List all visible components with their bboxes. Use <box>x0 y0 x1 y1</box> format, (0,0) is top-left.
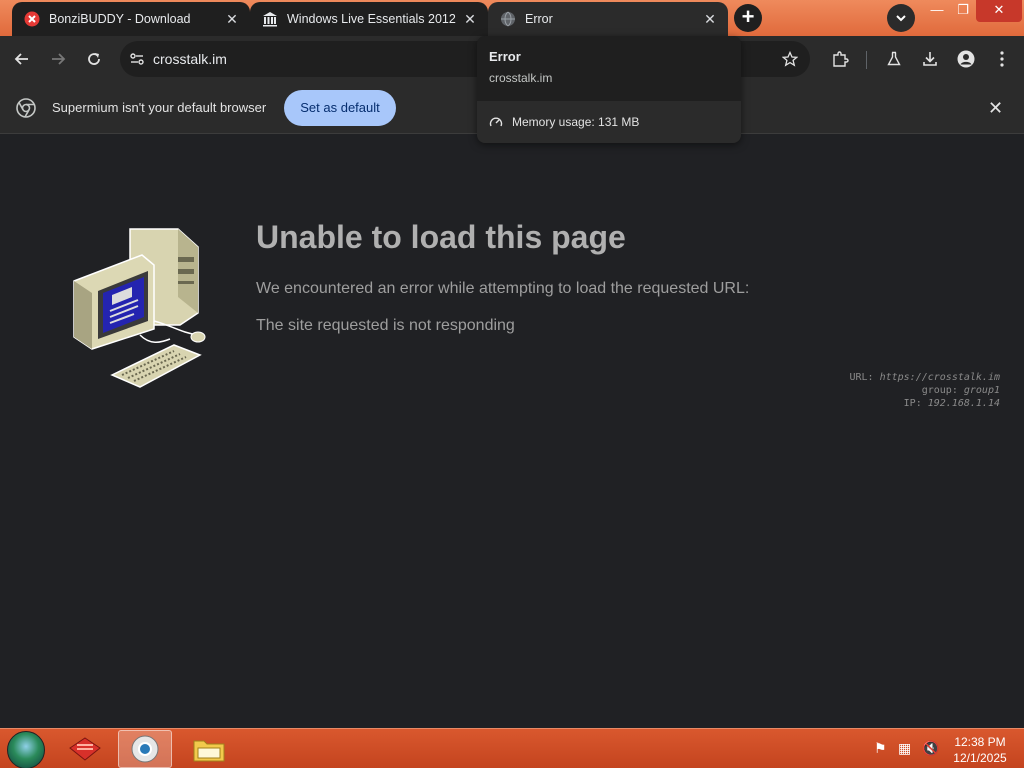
memory-usage-text: Memory usage: 131 MB <box>512 115 640 129</box>
set-as-default-button[interactable]: Set as default <box>284 90 396 126</box>
extensions-button[interactable] <box>826 45 854 73</box>
puzzle-icon <box>833 51 849 67</box>
retro-computer-illustration <box>70 225 212 398</box>
close-infobar-icon[interactable]: ✕ <box>988 98 1003 119</box>
close-tab-icon[interactable]: ✕ <box>702 11 718 27</box>
network-icon[interactable]: ▦ <box>898 740 911 757</box>
diag-group-value: group1 <box>963 385 1000 396</box>
clock-time: 12:38 PM <box>954 735 1006 749</box>
profile-button[interactable] <box>952 45 980 73</box>
labs-button[interactable] <box>880 45 908 73</box>
close-tab-icon[interactable]: ✕ <box>462 11 478 27</box>
toolbar-divider <box>866 51 867 69</box>
taskbar-file-explorer-icon[interactable] <box>182 730 236 768</box>
diag-ip-value: 192.168.1.14 <box>927 398 1000 409</box>
tab-title: Windows Live Essentials 2012 (o <box>287 12 456 26</box>
diag-url-label: URL: <box>849 372 874 383</box>
tab-title: BonziBUDDY - Download <box>49 12 191 26</box>
tab-hover-card: Error crosstalk.im Memory usage: 131 MB <box>477 36 741 143</box>
forward-button[interactable] <box>44 45 72 73</box>
bookmark-star-button[interactable] <box>776 45 804 73</box>
new-tab-button[interactable]: + <box>734 4 762 32</box>
diag-url-value: https://crosstalk.im <box>879 372 1000 383</box>
action-center-flag-icon[interactable]: ⚑ <box>874 740 887 757</box>
diag-ip-label: IP: <box>903 398 922 409</box>
archive-building-icon <box>262 11 278 27</box>
globe-icon <box>500 11 516 27</box>
gauge-icon <box>489 117 503 127</box>
back-button[interactable] <box>8 45 36 73</box>
start-button[interactable] <box>7 731 45 768</box>
downloads-button[interactable] <box>916 45 944 73</box>
taskbar-browser-icon[interactable] <box>118 730 172 768</box>
diag-group-label: group: <box>921 385 958 396</box>
taskbar-app-red-icon[interactable] <box>58 730 112 768</box>
infobar-message: Supermium isn't your default browser <box>52 100 267 115</box>
window-controls: — ❐ ✕ <box>924 0 1022 22</box>
arrow-left-icon <box>14 53 28 65</box>
taskbar: ⚑ ▦ 🔇 12:38 PM 12/1/2025 <box>0 728 1024 768</box>
hovercard-title: Error <box>489 49 521 64</box>
tab-strip: BonziBUDDY - Download ✕ Windows Live Ess… <box>0 0 1024 36</box>
kebab-menu-icon <box>1000 51 1004 67</box>
star-icon <box>782 51 798 67</box>
menu-button[interactable] <box>988 45 1016 73</box>
reload-icon <box>88 53 100 65</box>
arrow-right-icon <box>52 53 66 65</box>
tab-search-button[interactable] <box>887 4 915 32</box>
minimize-button[interactable]: — <box>924 0 950 22</box>
page-title: Unable to load this page <box>256 219 626 255</box>
tab-title: Error <box>525 12 553 26</box>
site-info-icon[interactable] <box>129 51 145 72</box>
tab-bonzibuddy[interactable]: BonziBUDDY - Download ✕ <box>12 2 250 36</box>
red-x-icon <box>24 11 40 27</box>
chevron-down-icon <box>896 15 906 22</box>
volume-muted-icon[interactable]: 🔇 <box>922 740 939 757</box>
error-description: We encountered an error while attempting… <box>256 280 750 297</box>
download-icon <box>923 52 937 66</box>
flask-icon <box>887 51 901 66</box>
close-window-button[interactable]: ✕ <box>976 0 1022 22</box>
error-reason: The site requested is not responding <box>256 317 515 334</box>
error-page: Unable to load this page We encountered … <box>0 135 1024 728</box>
close-tab-icon[interactable]: ✕ <box>224 11 240 27</box>
system-clock[interactable]: 12:38 PM 12/1/2025 <box>940 734 1020 766</box>
diagnostic-info: URL: https://crosstalk.im group: group1 … <box>849 371 1000 410</box>
tab-error[interactable]: Error ✕ <box>488 2 728 36</box>
tab-windows-live[interactable]: Windows Live Essentials 2012 (o ✕ <box>250 2 488 36</box>
clock-date: 12/1/2025 <box>953 751 1007 765</box>
hovercard-domain: crosstalk.im <box>489 71 553 85</box>
restore-button[interactable]: ❐ <box>950 0 976 22</box>
reload-button[interactable] <box>80 45 108 73</box>
url-text: crosstalk.im <box>153 51 227 67</box>
avatar-icon <box>957 50 975 68</box>
browser-logo-icon <box>16 98 36 123</box>
